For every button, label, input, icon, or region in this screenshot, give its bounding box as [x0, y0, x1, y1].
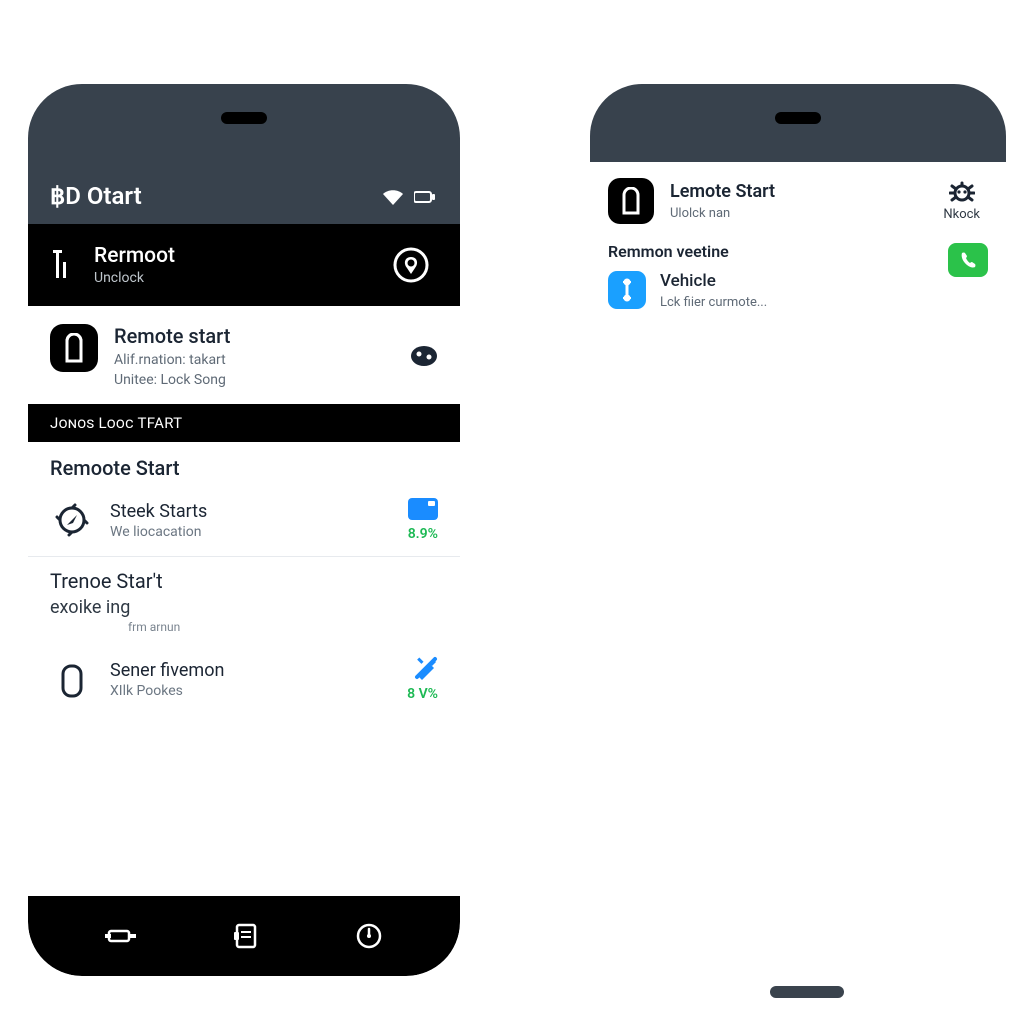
list-item-subtitle: Lck fiier curmote...	[660, 295, 767, 310]
list-item-line1: Alif.rnation: takart	[114, 352, 230, 368]
signal-icon	[50, 248, 78, 282]
lock-tile-icon	[50, 324, 98, 372]
tab-vehicle-icon[interactable]	[105, 923, 137, 949]
phone-right-frame: Lemote Start Ulolck nan Nkock Remmon vee…	[590, 84, 1006, 318]
list-item-title: Vehicle	[660, 271, 767, 291]
list-item-subtitle: XIlk Pookes	[110, 683, 224, 699]
tool-icon[interactable]	[414, 656, 438, 680]
vehicle-tile-icon	[608, 271, 646, 309]
notch	[775, 112, 821, 124]
sub-header: Rermoot Unclock	[28, 224, 460, 306]
list-item-meta: 8.9%	[408, 498, 438, 542]
stat-percent: 8 V%	[407, 686, 438, 702]
list-item-sener[interactable]: Sener fivemon XIlk Pookes 8 V%	[28, 640, 460, 718]
status-icons	[382, 188, 436, 206]
battery-outline-icon	[50, 660, 94, 698]
list-item-action-label: Nkock	[943, 207, 980, 222]
section-subtitle: exoike ing	[50, 597, 438, 618]
list-item-title: Steek Starts	[110, 501, 207, 522]
app-title: ฿D Otart	[50, 182, 142, 210]
list-item-text: Steek Starts We liocacation	[110, 501, 207, 540]
status-bar	[590, 84, 1006, 162]
lock-tile-icon	[608, 178, 654, 224]
tab-bar	[28, 896, 460, 976]
section-band: Jonos Looc TFART	[28, 404, 460, 442]
sub-header-subtitle: Unclock	[94, 270, 175, 286]
wifi-icon	[382, 188, 404, 206]
call-button[interactable]	[948, 243, 988, 277]
phone-left-frame: ฿D Otart Rermoot Unclock	[28, 84, 460, 976]
list-item-text: Remote start Alif.rnation: takart Unitee…	[114, 324, 230, 388]
list-item-subtitle: We liocacation	[110, 524, 207, 540]
list-item-line2: Unitee: Lock Song	[114, 372, 230, 388]
list-item-text: Vehicle Lck fiier curmote...	[660, 271, 767, 310]
card-icon[interactable]	[408, 498, 438, 520]
notch	[221, 112, 267, 124]
section-header-remote-start: Remoote Start	[28, 442, 460, 484]
section-subsubtitle: frm arnun	[128, 620, 438, 634]
list-item-action[interactable]: Nkock	[943, 181, 980, 222]
list-item-subtitle: Ulolck nan	[670, 206, 775, 221]
list-item-vehicle[interactable]: Vehicle Lck fiier curmote...	[590, 263, 1006, 318]
sub-header-title: Rermoot	[94, 244, 175, 268]
battery-icon	[414, 190, 436, 204]
section-band-label: Jonos Looc TFART	[50, 414, 182, 432]
locate-icon[interactable]	[384, 243, 438, 287]
status-bar: ฿D Otart	[28, 84, 460, 224]
tab-document-icon[interactable]	[232, 922, 260, 950]
stat-percent: 8.9%	[408, 526, 438, 542]
list-item-lemote-start[interactable]: Lemote Start Ulolck nan Nkock	[590, 162, 1006, 236]
list-item-steek-starts[interactable]: Steek Starts We liocacation 8.9%	[28, 484, 460, 557]
palette-icon[interactable]	[410, 345, 438, 367]
list-item-title: Sener fivemon	[110, 660, 224, 681]
list-item-text: Lemote Start Ulolck nan	[670, 181, 775, 221]
section-header-remmon: Remmon veetine	[590, 236, 1006, 263]
compass-icon	[50, 503, 94, 537]
home-indicator	[770, 986, 844, 998]
sub-header-text: Rermoot Unclock	[94, 244, 175, 286]
list-item-title: Remote start	[114, 324, 230, 348]
gear-bug-icon	[949, 181, 975, 205]
section-trenoe: Trenoe Star't exoike ing frm arnun	[28, 557, 460, 640]
section-title: Trenoe Star't	[50, 569, 438, 593]
list-item-title: Lemote Start	[670, 181, 775, 202]
tab-clock-icon[interactable]	[355, 922, 383, 950]
list-item-remote-start[interactable]: Remote start Alif.rnation: takart Unitee…	[28, 306, 460, 404]
list-item-meta: 8 V%	[407, 656, 438, 702]
list-item-text: Sener fivemon XIlk Pookes	[110, 660, 224, 699]
